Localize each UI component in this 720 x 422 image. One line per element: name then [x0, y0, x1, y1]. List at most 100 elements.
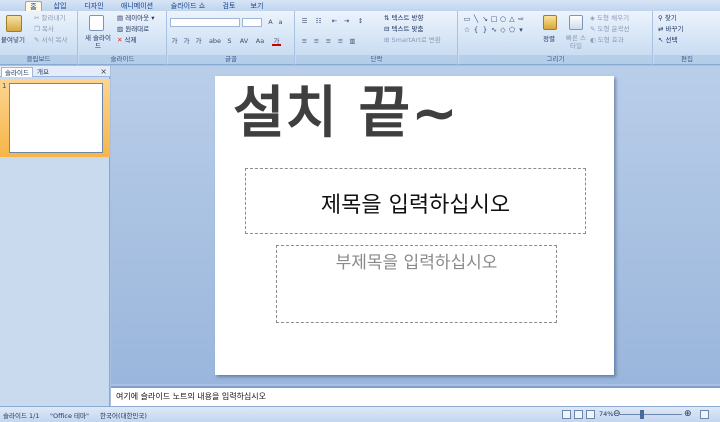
- textbox-shape-icon[interactable]: ▭: [463, 15, 471, 23]
- tab-slides[interactable]: 슬라이드: [1, 67, 33, 77]
- slide-sorter-icon[interactable]: [574, 410, 583, 419]
- tab-home[interactable]: 홈: [25, 1, 42, 11]
- char-spacing-button[interactable]: AV: [238, 37, 250, 46]
- text-direction-button[interactable]: ⇅ 텍스트 방향: [384, 14, 423, 23]
- brace-shape-icon[interactable]: {: [472, 26, 480, 34]
- format-painter-button[interactable]: ✎ 서식 복사: [34, 36, 68, 45]
- slides-pane-tabs: 슬라이드 개요 ×: [0, 66, 110, 77]
- font-color-button[interactable]: 가: [272, 37, 281, 46]
- slide-big-text[interactable]: 설치 끝~: [233, 74, 459, 154]
- replace-button[interactable]: ⇄ 바꾸기: [658, 25, 683, 34]
- tab-view[interactable]: 보기: [248, 1, 266, 11]
- theme-name: "Office 테마": [50, 412, 89, 420]
- increase-indent-icon[interactable]: ⇥: [342, 17, 351, 26]
- shape-effects-button[interactable]: ◐ 도형 효과: [590, 36, 624, 45]
- new-slide-icon[interactable]: [89, 15, 104, 31]
- decrease-indent-icon[interactable]: ⇤: [330, 17, 339, 26]
- arrow-right-shape-icon[interactable]: ⇨: [517, 15, 525, 23]
- line-spacing-icon[interactable]: ↕: [356, 17, 365, 26]
- notes-pane[interactable]: 여기에 슬라이드 노트의 내용을 입력하십시오: [111, 386, 720, 406]
- slideshow-view-icon[interactable]: [586, 410, 595, 419]
- align-right-icon[interactable]: ≡: [324, 37, 333, 46]
- align-left-icon[interactable]: ≡: [300, 37, 309, 46]
- find-button[interactable]: ⚲ 찾기: [658, 14, 677, 23]
- new-slide-button[interactable]: 새 슬라이드: [83, 34, 113, 50]
- italic-button[interactable]: 가: [182, 37, 191, 46]
- underline-button[interactable]: 가: [194, 37, 203, 46]
- ribbon: 붙여넣기 ✂ 잘라내기 ❐ 복사 ✎ 서식 복사 클립보드 새 슬라이드 ▤ 레…: [0, 11, 720, 65]
- arrange-icon[interactable]: [543, 15, 557, 30]
- tab-slideshow[interactable]: 슬라이드 쇼: [168, 1, 208, 11]
- fit-to-window-icon[interactable]: [700, 410, 709, 419]
- slide-counter: 슬라이드 1/1: [3, 412, 40, 420]
- justify-icon[interactable]: ≡: [336, 37, 345, 46]
- slide-canvas[interactable]: 설치 끝~ 제목을 입력하십시오 부제목을 입력하십시오: [215, 76, 614, 375]
- star-shape-icon[interactable]: ☆: [463, 26, 471, 34]
- paste-button[interactable]: 붙여넣기: [1, 36, 25, 45]
- quick-styles-button[interactable]: 빠른 스타일: [565, 34, 587, 50]
- arrow-shape-icon[interactable]: ↘: [481, 15, 489, 23]
- copy-button[interactable]: ❐ 복사: [34, 25, 54, 34]
- cut-button[interactable]: ✂ 잘라내기: [34, 14, 65, 23]
- font-group: A a 가 가 가 abe S AV Aa 가 글꼴: [168, 11, 295, 65]
- numbering-icon[interactable]: ☷: [314, 17, 323, 26]
- layout-icon: ▤: [117, 14, 126, 22]
- brace-close-shape-icon[interactable]: }: [481, 26, 489, 34]
- editing-group-label: 편집: [654, 55, 720, 64]
- zoom-slider[interactable]: [620, 414, 682, 415]
- more-shapes-icon[interactable]: ▾: [517, 26, 525, 34]
- drawing-group: ▭ ╲ ↘ □ ○ △ ⇨ ☆ { } ∿ ◇ ⬠ ▾ 정렬 빠른 스타일 ◈ …: [459, 11, 653, 65]
- delete-icon: ✕: [117, 36, 125, 44]
- diamond-shape-icon[interactable]: ◇: [499, 26, 507, 34]
- curve-shape-icon[interactable]: ∿: [490, 26, 498, 34]
- line-shape-icon[interactable]: ╲: [472, 15, 480, 23]
- shape-fill-button[interactable]: ◈ 도형 채우기: [590, 14, 629, 23]
- quick-styles-icon[interactable]: [569, 15, 583, 30]
- clipboard-group-label: 클립보드: [0, 55, 77, 64]
- paragraph-group-label: 단락: [296, 55, 457, 64]
- smartart-button[interactable]: ⊞ SmartArt로 변환: [384, 36, 441, 45]
- language-indicator[interactable]: 한국어(대한민국): [100, 410, 147, 420]
- tab-animation[interactable]: 애니메이션: [118, 1, 156, 11]
- zoom-slider-knob[interactable]: [640, 410, 645, 419]
- paste-icon[interactable]: [6, 15, 22, 32]
- binoculars-icon: ⚲: [658, 14, 665, 22]
- triangle-shape-icon[interactable]: △: [508, 15, 516, 23]
- strikethrough-button[interactable]: abe: [208, 37, 222, 46]
- bold-button[interactable]: 가: [170, 37, 179, 46]
- replace-icon: ⇄: [658, 25, 666, 33]
- font-size-combobox[interactable]: [242, 18, 262, 27]
- normal-view-icon[interactable]: [562, 410, 571, 419]
- reset-button[interactable]: ▥ 원래대로: [117, 25, 149, 34]
- zoom-level[interactable]: 74%: [599, 410, 613, 418]
- title-placeholder[interactable]: 제목을 입력하십시오: [245, 168, 586, 234]
- shadow-button[interactable]: S: [225, 37, 234, 46]
- delete-slide-button[interactable]: ✕ 삭제: [117, 36, 136, 45]
- text-align-button[interactable]: ⊟ 텍스트 맞춤: [384, 25, 423, 34]
- tab-design[interactable]: 디자인: [80, 1, 108, 11]
- zoom-in-icon[interactable]: ⊕: [684, 409, 692, 419]
- select-button[interactable]: ↖ 선택: [658, 36, 677, 45]
- tab-review[interactable]: 검토: [220, 1, 238, 11]
- bullets-icon[interactable]: ☰: [300, 17, 309, 26]
- change-case-button[interactable]: Aa: [254, 37, 266, 46]
- columns-icon[interactable]: ▥: [348, 37, 357, 46]
- tab-insert[interactable]: 삽입: [50, 1, 70, 11]
- font-name-combobox[interactable]: [170, 18, 240, 27]
- grow-font-icon[interactable]: A: [266, 18, 275, 27]
- pentagon-shape-icon[interactable]: ⬠: [508, 26, 516, 34]
- slide-thumbnail[interactable]: [9, 83, 103, 153]
- close-icon[interactable]: ×: [100, 66, 107, 77]
- shrink-font-icon[interactable]: a: [276, 18, 285, 27]
- tab-outline[interactable]: 개요: [34, 67, 52, 77]
- editing-group: ⚲ 찾기 ⇄ 바꾸기 ↖ 선택 편집: [654, 11, 720, 65]
- rectangle-shape-icon[interactable]: □: [490, 15, 498, 23]
- cut-icon: ✂: [34, 14, 42, 22]
- text-align-icon: ⊟: [384, 25, 392, 33]
- oval-shape-icon[interactable]: ○: [499, 15, 507, 23]
- align-center-icon[interactable]: ≡: [312, 37, 321, 46]
- shape-outline-button[interactable]: ✎ 도형 윤곽선: [590, 25, 629, 34]
- layout-button[interactable]: ▤ 레이아웃 ▾: [117, 14, 154, 23]
- arrange-button[interactable]: 정렬: [543, 35, 555, 44]
- subtitle-placeholder[interactable]: 부제목을 입력하십시오: [276, 245, 557, 323]
